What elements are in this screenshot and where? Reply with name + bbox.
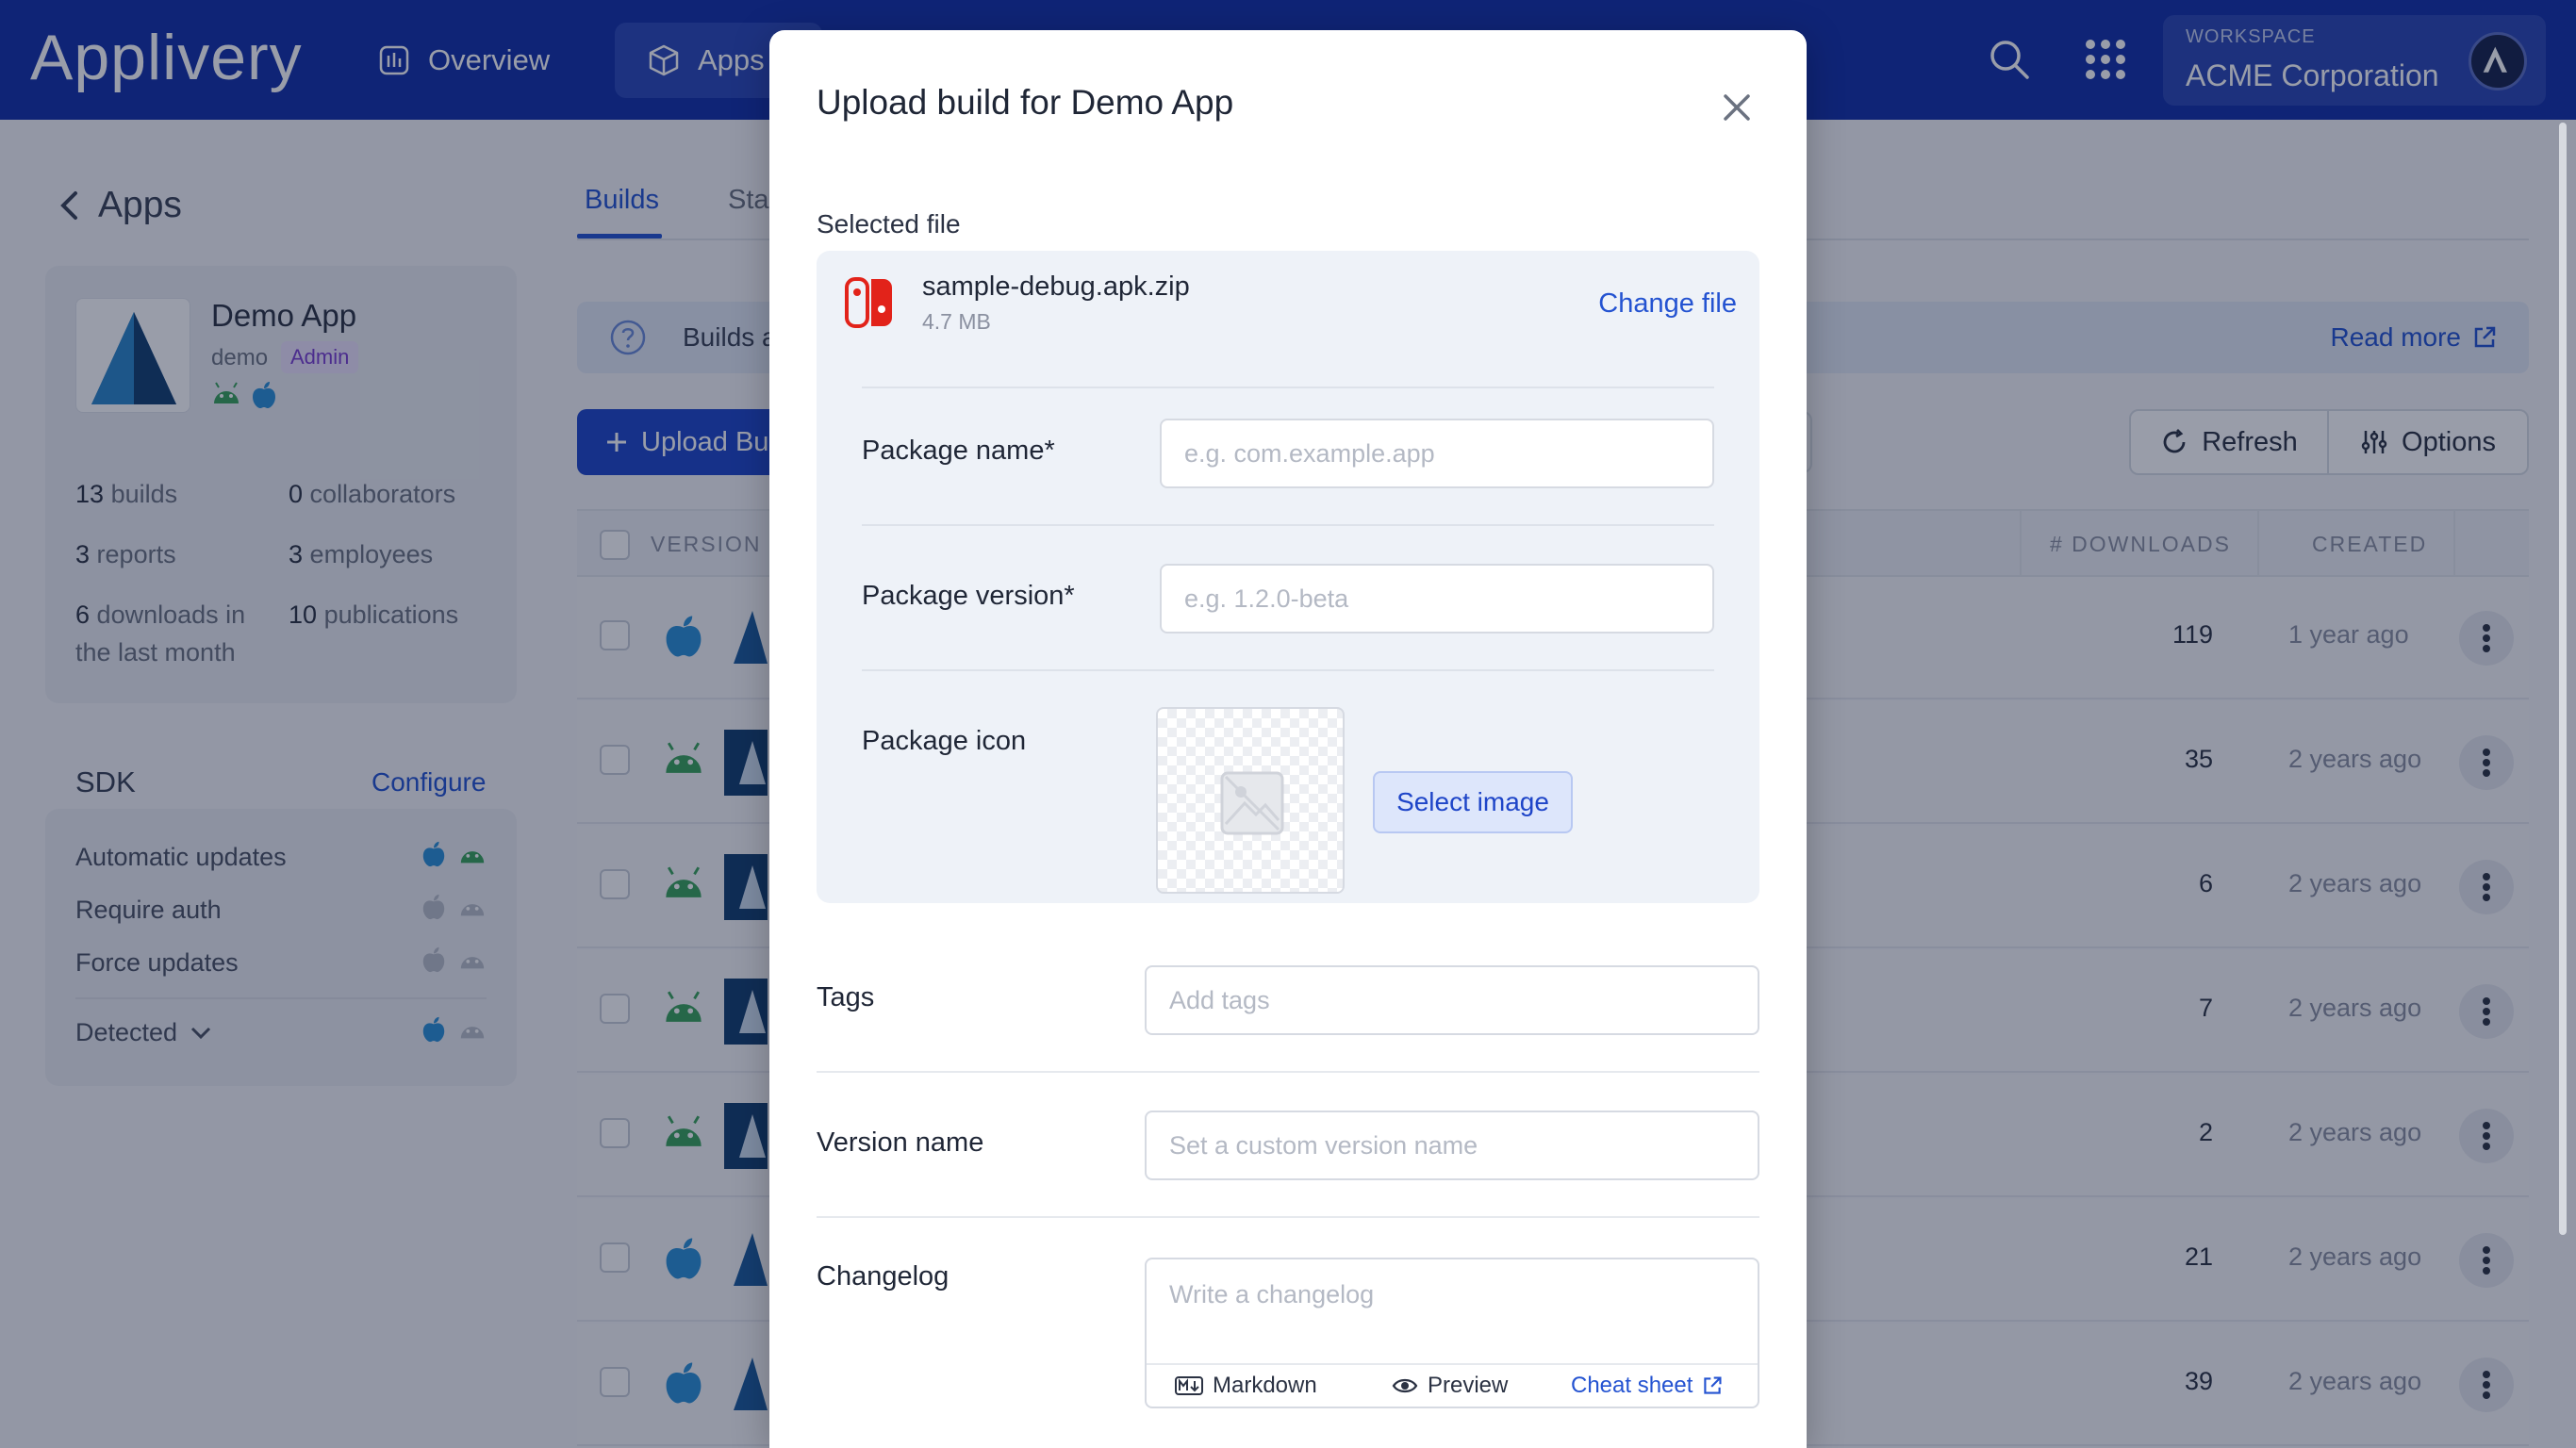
panel-divider <box>862 669 1714 671</box>
file-size: 4.7 MB <box>922 309 991 334</box>
external-link-icon <box>1704 1376 1722 1394</box>
changelog-editor: Markdown Preview Cheat sheet <box>1145 1258 1759 1408</box>
preview-toggle[interactable]: Preview <box>1392 1373 1508 1399</box>
version-name-input[interactable] <box>1145 1111 1759 1180</box>
panel-divider <box>862 387 1714 388</box>
preview-label: Preview <box>1428 1373 1509 1398</box>
form-divider <box>817 1071 1759 1073</box>
modal-title: Upload build for Demo App <box>817 83 1234 122</box>
package-version-label: Package version* <box>862 581 1075 611</box>
changelog-label: Changelog <box>817 1261 949 1292</box>
markdown-label: Markdown <box>1213 1373 1317 1398</box>
form-divider <box>817 1216 1759 1218</box>
file-name: sample-debug.apk.zip <box>922 272 1190 302</box>
tags-input[interactable] <box>1145 965 1759 1035</box>
selected-file-panel: sample-debug.apk.zip 4.7 MB Change file … <box>817 251 1759 903</box>
upload-build-modal: Upload build for Demo App Selected file … <box>769 30 1807 1448</box>
changelog-textarea[interactable] <box>1147 1259 1758 1367</box>
package-name-label: Package name* <box>862 436 1055 466</box>
markdown-icon <box>1175 1376 1203 1395</box>
tags-label: Tags <box>817 982 875 1012</box>
selected-file-label: Selected file <box>817 209 961 239</box>
cheat-sheet-link[interactable]: Cheat sheet <box>1571 1373 1723 1399</box>
image-placeholder-icon <box>1220 771 1284 835</box>
package-icon-dropzone[interactable] <box>1156 707 1345 894</box>
version-name-label: Version name <box>817 1127 984 1158</box>
change-file-link[interactable]: Change file <box>1598 288 1737 320</box>
close-icon[interactable] <box>1716 87 1758 128</box>
page-scrollbar[interactable] <box>2559 123 2567 1235</box>
package-name-input[interactable] <box>1160 419 1714 488</box>
panel-divider <box>862 524 1714 526</box>
select-image-button[interactable]: Select image <box>1373 771 1573 833</box>
markdown-indicator: Markdown <box>1175 1373 1317 1399</box>
cheat-sheet-label: Cheat sheet <box>1571 1373 1693 1398</box>
file-type-icon <box>845 277 892 328</box>
package-icon-label: Package icon <box>862 726 1027 756</box>
eye-icon <box>1392 1378 1418 1393</box>
package-version-input[interactable] <box>1160 564 1714 634</box>
changelog-toolbar: Markdown Preview Cheat sheet <box>1147 1363 1758 1407</box>
